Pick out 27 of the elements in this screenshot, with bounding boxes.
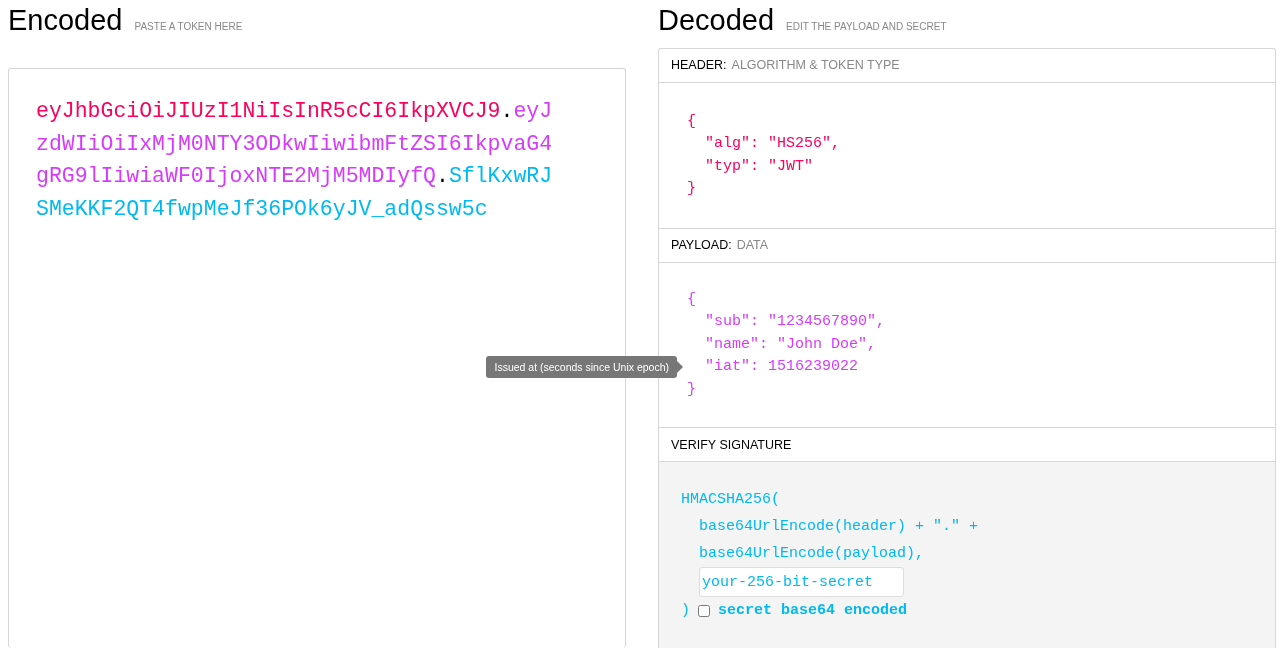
code-line: ) (681, 601, 690, 621)
section-subtitle: DATA (736, 238, 769, 252)
section-title: Decoded (658, 4, 775, 37)
checkbox-label[interactable]: secret base64 encoded (718, 597, 908, 624)
code-line: base64UrlEncode(header) + "." + (699, 518, 979, 535)
section-title: Encoded (8, 4, 123, 37)
code-line: HMACSHA256( (681, 491, 781, 508)
code-line: } (687, 380, 696, 398)
checkbox[interactable] (698, 604, 710, 617)
secret-field[interactable]: your-256-bit-secret (699, 567, 904, 597)
code-line: } (687, 180, 696, 197)
code-line: "name": "John Doe", (705, 335, 877, 353)
tooltip: Issued at (seconds since Unix epoch) (486, 356, 677, 378)
code-line: "sub": "1234567890", (705, 313, 886, 330)
section-header: PAYLOAD: DATA (659, 228, 1275, 263)
code-line: { (687, 290, 696, 308)
section-hint: EDIT THE PAYLOAD AND SECRET (786, 21, 947, 32)
code-line: { (687, 112, 696, 130)
section-hint: PASTE A TOKEN HERE (134, 21, 243, 32)
code-line: "iat": 1516239022 (705, 358, 859, 375)
json-editor[interactable]: { "alg": "HS256", "typ": "JWT" } (659, 82, 1275, 229)
code-line: "alg": "HS256", (705, 135, 841, 152)
code-line: "typ": "JWT" (705, 157, 814, 175)
section-header: HEADER: ALGORITHM & TOKEN TYPE (659, 48, 1275, 83)
section-subtitle: ALGORITHM & TOKEN TYPE (731, 58, 900, 72)
code-line: base64UrlEncode(payload), (699, 545, 925, 562)
tooltip-arrow-icon (677, 361, 683, 373)
